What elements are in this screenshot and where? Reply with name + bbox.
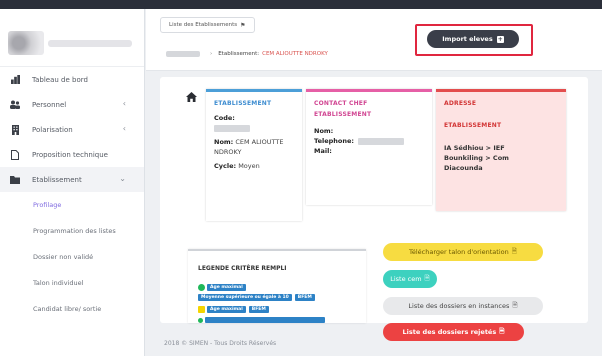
sidebar-item-label: Tableau de bord <box>32 75 88 84</box>
contact-title: CONTACT CHEF ETABLISSEMENT <box>314 100 372 118</box>
top-bar <box>0 0 602 9</box>
sidebar-submenu: Profilage Programmation des listes Dossi… <box>0 192 144 322</box>
users-icon <box>10 100 20 110</box>
sidebar-item-label: Proposition technique <box>32 150 108 159</box>
file-icon <box>10 149 20 160</box>
legend-panel: LEGENDE CRITÈRE REMPLI Age maximal Moyen… <box>188 249 366 323</box>
legend-row <box>198 317 328 323</box>
legend-row: Age maximal <box>198 284 249 291</box>
tab-label: Liste des Etablissements <box>169 22 238 28</box>
avatar[interactable] <box>8 31 44 55</box>
pin-icon: ⚑ <box>240 21 246 29</box>
legend-tag: Age maximal <box>207 306 246 313</box>
contact-mail-field: Mail: <box>306 146 432 156</box>
footer-copyright: 2018 © SIMEN - Tous Droits Réservés <box>164 340 277 347</box>
sidebar-item-tableau-de-bord[interactable]: Tableau de bord <box>0 67 144 92</box>
liste-dossiers-instances-label: Liste des dossiers en instances <box>408 302 510 310</box>
liste-dossiers-rejetes-button[interactable]: Liste des dossiers rejetés 🗎 <box>383 323 524 341</box>
sidebar-item-personnel[interactable]: Personnel ‹ <box>0 92 144 117</box>
sidebar-item-etablissement[interactable]: Etablissement ⌄ <box>0 167 144 192</box>
code-field: Code: <box>206 109 302 123</box>
liste-dossiers-rejetes-label: Liste des dossiers rejetés <box>402 328 497 336</box>
telecharger-talon-button[interactable]: Télécharger talon d'orientation 🗎 <box>383 243 543 261</box>
document-icon: 🗎 <box>512 300 518 309</box>
import-eleves-label: Import eleves <box>442 35 493 43</box>
sidebar-subitem-programmation[interactable]: Programmation des listes <box>0 218 144 244</box>
contact-mail-label: Mail: <box>314 147 332 155</box>
green-dot-icon <box>198 284 205 291</box>
building-icon <box>10 124 20 135</box>
breadcrumb: › Etablissement: CEM ALIOUTTE NDROKY <box>166 51 328 57</box>
nom-label: Nom: <box>214 138 234 146</box>
liste-dossiers-instances-button[interactable]: Liste des dossiers en instances 🗎 <box>383 297 543 315</box>
adresse-panel: ADRESSE ETABLISSEMENT IA Sédhiou > IEF Bo… <box>436 89 566 211</box>
nom-field: Nom: CEM ALIOUTTE NDROKY <box>206 133 302 157</box>
liste-cem-button[interactable]: Liste cem 🗎 <box>383 270 437 288</box>
adresse-line: Diacounda <box>444 164 483 172</box>
code-label: Code: <box>214 114 235 122</box>
main-content: Liste des Etablissements ⚑ › Etablisseme… <box>146 9 602 356</box>
sidebar-subitem-candidat-libre[interactable]: Candidat libre/ sortie <box>0 296 144 322</box>
chevron-down-icon: ⌄ <box>119 174 126 183</box>
etablissement-card: ETABLISSEMENT Code: Nom: CEM ALIOUTTE ND… <box>160 77 588 341</box>
etablissement-panel: ETABLISSEMENT Code: Nom: CEM ALIOUTTE ND… <box>206 89 302 221</box>
legend-tag: Moyenne supérieure ou égale à 10 <box>198 294 292 301</box>
sidebar-item-proposition-technique[interactable]: Proposition technique <box>0 142 144 167</box>
legend-tag-cut <box>205 317 325 323</box>
user-name <box>48 40 132 47</box>
legend-tag: BFEM <box>294 294 315 301</box>
liste-cem-label: Liste cem <box>390 275 422 283</box>
sidebar-item-polarisation[interactable]: Polarisation ‹ <box>0 117 144 142</box>
tab-liste-etablissements[interactable]: Liste des Etablissements ⚑ <box>160 17 255 33</box>
cycle-value: Moyen <box>238 162 260 170</box>
telecharger-talon-label: Télécharger talon d'orientation <box>409 248 509 256</box>
dashboard-icon <box>10 75 20 85</box>
contact-nom-field: Nom: <box>306 120 432 136</box>
breadcrumb-key: Etablissement: <box>218 51 260 57</box>
import-eleves-button[interactable]: Import eleves + <box>427 30 519 48</box>
sidebar-brand[interactable] <box>0 9 144 67</box>
etablissement-title: ETABLISSEMENT <box>214 100 272 107</box>
chevron-left-icon: ‹ <box>122 99 126 108</box>
sidebar-item-label: Etablissement <box>32 175 82 184</box>
contact-tel-field: Telephone: <box>306 136 432 146</box>
cycle-field: Cycle: Moyen <box>206 157 302 171</box>
plus-icon: + <box>496 35 504 43</box>
sidebar-item-label: Polarisation <box>32 125 73 134</box>
legend-row: Moyenne supérieure ou égale à 10 BFEM <box>198 294 318 301</box>
document-icon: 🗎 <box>511 246 517 255</box>
document-icon: 🗎 <box>424 273 430 282</box>
sidebar-subitem-profilage[interactable]: Profilage <box>0 192 144 218</box>
sidebar-nav: Tableau de bord Personnel ‹ Polarisation… <box>0 67 144 192</box>
code-value <box>206 123 302 133</box>
breadcrumb-separator: › <box>210 51 213 57</box>
breadcrumb-value: CEM ALIOUTTE NDROKY <box>262 51 328 57</box>
green-dot-icon <box>198 317 203 323</box>
sidebar-subitem-dossier-non-valide[interactable]: Dossier non validé <box>0 244 144 270</box>
home-icon <box>186 92 197 105</box>
legend-title: LEGENDE CRITÈRE REMPLI <box>198 265 287 272</box>
legend-row: Age maximal BFEM <box>198 306 272 313</box>
sidebar-item-label: Personnel <box>32 100 67 109</box>
folder-icon <box>10 175 20 185</box>
sidebar: Tableau de bord Personnel ‹ Polarisation… <box>0 9 145 356</box>
contact-tel-value <box>358 137 405 145</box>
contact-panel: CONTACT CHEF ETABLISSEMENT Nom: Telephone… <box>306 89 432 205</box>
legend-tag: Age maximal <box>207 284 246 291</box>
adresse-line: IA Sédhiou > IEF <box>444 144 505 152</box>
adresse-line: Bounkiling > Com <box>444 154 509 162</box>
yellow-square-icon <box>198 306 205 313</box>
chevron-left-icon: ‹ <box>122 124 126 133</box>
cycle-label: Cycle: <box>214 162 237 170</box>
breadcrumb-blurred-root[interactable] <box>166 51 200 57</box>
document-icon: 🗎 <box>499 326 505 335</box>
adresse-title: ADRESSE ETABLISSEMENT <box>444 100 502 129</box>
legend-tag: BFEM <box>248 306 269 313</box>
page-header: Liste des Etablissements ⚑ › Etablisseme… <box>146 9 602 71</box>
contact-tel-label: Telephone: <box>314 137 354 145</box>
contact-nom-label: Nom: <box>314 127 334 135</box>
sidebar-subitem-talon-individuel[interactable]: Talon individuel <box>0 270 144 296</box>
